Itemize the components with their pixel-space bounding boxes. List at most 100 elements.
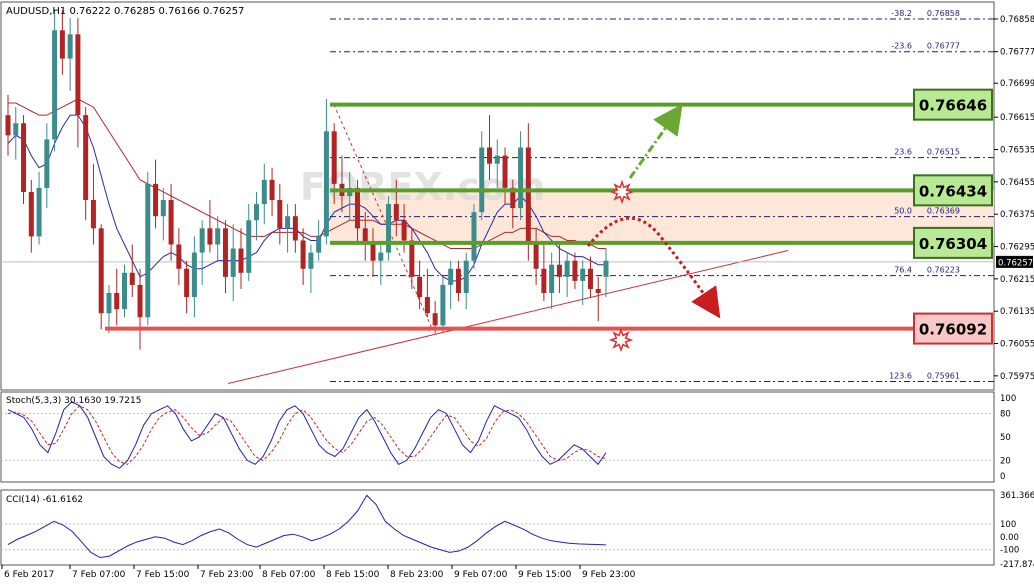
time-tick-label: 7 Feb 23:00 [200, 570, 254, 580]
candle-body [199, 228, 205, 253]
candle-body [83, 115, 89, 201]
price-tick-label: 0.76699 [1000, 79, 1034, 89]
fib-level-price: 0.76369 [927, 207, 960, 216]
candle-body [98, 228, 104, 314]
candle-body [595, 288, 601, 293]
candle-body [316, 236, 322, 253]
candle-body [378, 252, 384, 261]
candle-body [28, 191, 34, 237]
candle-body [556, 264, 562, 277]
price-tick-label: 0.76615 [1000, 113, 1034, 123]
fib-level-price: 0.76223 [927, 266, 960, 275]
time-tick-label: 6 Feb 2017 [4, 570, 54, 580]
support-1-label: 0.76304 [919, 235, 987, 253]
fib-level-label: 76.4 [894, 266, 912, 275]
candle-body [401, 220, 407, 241]
watermark: FOREX.com [300, 165, 545, 209]
cci-tick-label: -217.8747 [1000, 560, 1034, 570]
stoch-tick-label: 0 [1000, 472, 1005, 482]
fib-level-label: 50.0 [894, 207, 912, 216]
cci-title: CCI(14) -61.6162 [6, 495, 83, 505]
candle-body [440, 284, 446, 326]
candle-body [67, 34, 73, 59]
candle-body [525, 147, 531, 245]
candle-body [292, 216, 298, 241]
cci-tick-label: 361.3667 [1000, 491, 1034, 501]
candle-body [541, 268, 547, 293]
candle-body [308, 252, 314, 269]
candle-body [518, 147, 524, 209]
stoch-tick-label: 20 [1000, 456, 1011, 466]
candle-body [424, 297, 430, 314]
background [0, 0, 1034, 580]
candle-body [432, 313, 438, 326]
candle-body [393, 204, 399, 221]
candle [21, 115, 27, 205]
candle-body [494, 155, 500, 164]
price-tick-label: 0.76535 [1000, 146, 1034, 156]
chart-svg: 0.76858 0.76777 0.76699 0.76615 0.76535 0.764… [0, 0, 1034, 580]
stoch-title: Stoch(5,3,3) 30.1630 19.7215 [6, 396, 141, 406]
price-tick-label: 0.76135 [1000, 307, 1034, 317]
breakout-star-lower [608, 327, 634, 353]
candle [471, 204, 477, 269]
fib-level-label: -23.6 [891, 42, 912, 51]
candle-body [409, 240, 415, 277]
candle-body [277, 200, 283, 229]
candle-body [417, 276, 423, 298]
candle-body [191, 252, 197, 298]
candle [386, 196, 392, 261]
candle-body [603, 260, 609, 277]
candle [440, 276, 446, 334]
breakout-star-upper [609, 179, 635, 205]
candle-body [269, 179, 275, 201]
candle-body [254, 204, 260, 221]
time-tick-label: 7 Feb 15:00 [136, 570, 190, 580]
resistance-2-label: 0.76434 [919, 182, 987, 200]
stoch-tick-label: 50 [1000, 433, 1011, 443]
candle-body [331, 131, 337, 184]
candle-body [168, 200, 174, 245]
time-tick-label: 9 Feb 23:00 [582, 570, 636, 580]
candle-body [448, 268, 454, 285]
time-tick-label: 9 Feb 07:00 [454, 570, 508, 580]
candle-body [5, 115, 11, 136]
candle-body [487, 147, 493, 164]
candle-body [145, 183, 151, 318]
price-tick-label: 0.76777 [1000, 48, 1034, 58]
candle-body [502, 155, 508, 188]
candle-body [533, 244, 539, 269]
candle-body [587, 268, 593, 289]
fib-level-label: -38.2 [891, 9, 912, 18]
candle-body [549, 264, 555, 293]
candle-body [44, 139, 50, 188]
candle-body [21, 123, 27, 192]
chart-root: 0.76858 0.76777 0.76699 0.76615 0.76535 0.764… [0, 0, 1034, 580]
candle-body [564, 260, 570, 277]
price-tick-label: 0.75975 [1000, 372, 1034, 382]
price-tick-label: 0.76455 [1000, 178, 1034, 188]
time-tick-label: 8 Feb 07:00 [262, 570, 316, 580]
candle-body [370, 244, 376, 261]
candle-body [455, 268, 461, 293]
candle-body [59, 30, 65, 59]
price-tick-label: 0.76215 [1000, 275, 1034, 285]
candle-body [75, 34, 81, 116]
candle-body [386, 204, 392, 253]
price-tick-label: 0.76295 [1000, 243, 1034, 253]
price-tick-label: 0.76375 [1000, 210, 1034, 220]
fib-level-label: 123.6 [889, 372, 912, 381]
candle-body [215, 228, 221, 245]
price-tick-label: 0.76858 [1000, 15, 1034, 25]
candle-body [471, 212, 477, 261]
candle-body [572, 260, 578, 281]
cci-tick-label: 0.00 [1000, 533, 1019, 543]
candle-body [129, 272, 135, 285]
candle-body [121, 272, 127, 310]
candle-body [153, 183, 159, 217]
candle-body [479, 147, 485, 213]
candle-body [285, 216, 291, 229]
candle-body [13, 123, 19, 136]
candle-body [106, 293, 112, 314]
candle-body [160, 200, 166, 217]
